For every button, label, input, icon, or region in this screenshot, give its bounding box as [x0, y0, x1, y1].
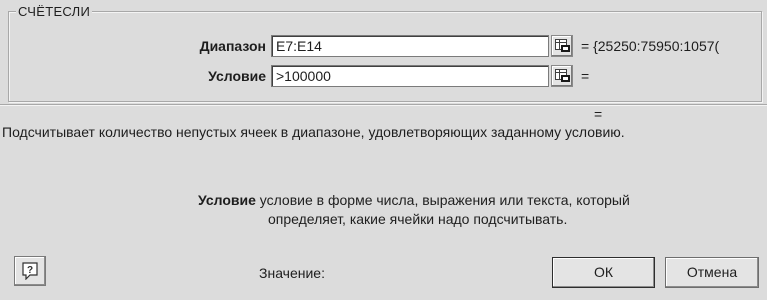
criteria-label: Условие [208, 68, 266, 84]
criteria-result: = [581, 68, 590, 84]
argument-help-line2: определяет, какие ячейки надо подсчитыва… [268, 211, 568, 227]
criteria-collapse-button[interactable] [551, 65, 573, 87]
range-collapse-button[interactable] [551, 35, 573, 57]
function-name: СЧЁТЕСЛИ [16, 4, 93, 19]
help-icon: ? [22, 262, 38, 280]
argument-help-line1: условие в форме числа, выражения или тек… [255, 192, 630, 208]
ok-button[interactable]: ОК [552, 257, 655, 288]
value-label: Значение: [259, 265, 325, 281]
collapse-dialog-icon [555, 69, 570, 82]
separator [0, 104, 767, 106]
argument-help: Условие условие в форме числа, выражения… [198, 191, 718, 229]
help-button[interactable]: ? [14, 256, 46, 286]
criteria-input[interactable] [271, 65, 549, 87]
argument-help-name: Условие [198, 192, 256, 208]
formula-result: = [594, 106, 603, 122]
svg-text:?: ? [27, 265, 33, 276]
range-result: = {25250:75950:1057( [581, 38, 720, 54]
function-description: Подсчитывает количество непустых ячеек в… [2, 124, 625, 140]
collapse-dialog-icon [555, 39, 570, 52]
range-input[interactable] [271, 35, 549, 57]
range-label: Диапазон [199, 38, 266, 54]
cancel-button[interactable]: Отмена [665, 257, 759, 288]
function-arguments-dialog: СЧЁТЕСЛИ Диапазон = {25250:75950:1057( У… [0, 0, 767, 300]
